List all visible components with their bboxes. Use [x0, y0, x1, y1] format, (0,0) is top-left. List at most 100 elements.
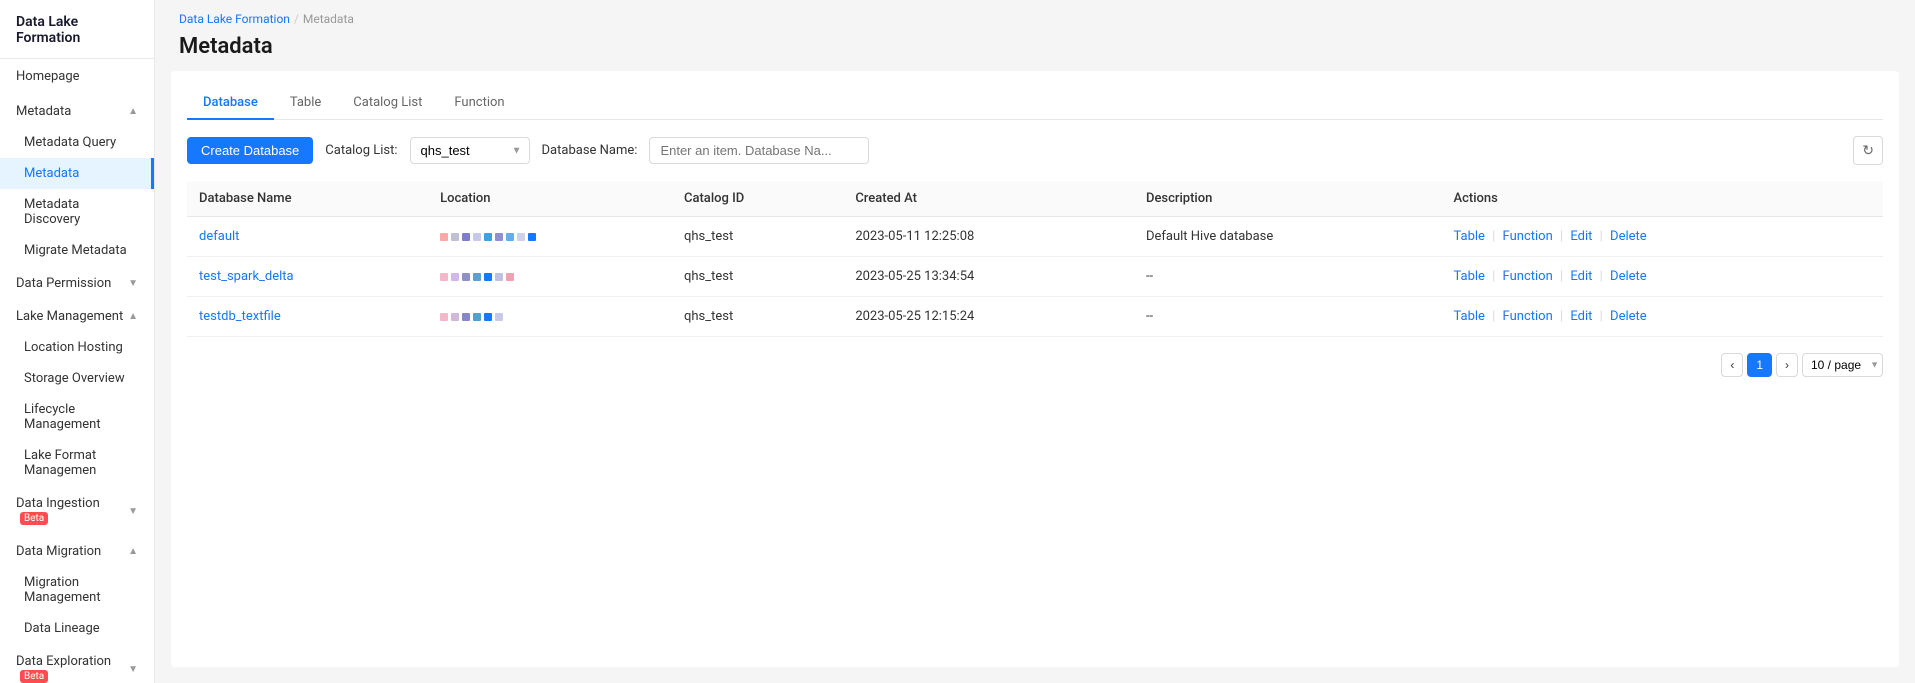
main-content: Data Lake Formation / Metadata Metadata …: [155, 0, 1915, 683]
next-page-button[interactable]: ›: [1776, 353, 1798, 377]
table-row: testdb_textfile qhs_test2023-05-25 12:15:…: [187, 297, 1883, 337]
db-name-link[interactable]: testdb_textfile: [199, 309, 281, 324]
catalog-id-cell: qhs_test: [672, 257, 843, 297]
catalog-list-select-wrapper: qhs_test ▼: [410, 137, 530, 164]
col-db-name: Database Name: [187, 181, 428, 217]
location-icons: [440, 273, 660, 281]
prev-page-button[interactable]: ‹: [1721, 353, 1743, 377]
catalog-id-cell: qhs_test: [672, 217, 843, 257]
content-area: Database Table Catalog List Function Cre…: [171, 71, 1899, 667]
sidebar-item-lifecycle-management[interactable]: Lifecycle Management: [0, 394, 154, 440]
action-edit-link[interactable]: Edit: [1570, 269, 1592, 284]
chevron-up-icon: ▲: [128, 106, 138, 117]
sidebar-item-data-lineage[interactable]: Data Lineage: [0, 613, 154, 644]
col-catalog-id: Catalog ID: [672, 181, 843, 217]
database-table: Database Name Location Catalog ID Create…: [187, 181, 1883, 337]
description-cell: Default Hive database: [1134, 217, 1442, 257]
db-name-link[interactable]: test_spark_delta: [199, 269, 294, 284]
action-separator: |: [1557, 229, 1567, 244]
catalog-list-label: Catalog List:: [325, 143, 397, 158]
sidebar-section-metadata[interactable]: Metadata ▲: [0, 94, 154, 127]
action-function-link[interactable]: Function: [1503, 309, 1553, 324]
tab-catalog-list[interactable]: Catalog List: [337, 87, 438, 120]
action-separator: |: [1596, 309, 1606, 324]
col-created-at: Created At: [843, 181, 1134, 217]
page-1-button[interactable]: 1: [1747, 353, 1772, 377]
create-database-button[interactable]: Create Database: [187, 137, 313, 164]
breadcrumb: Data Lake Formation / Metadata: [155, 0, 1915, 30]
description-cell: --: [1134, 257, 1442, 297]
sidebar-item-metadata[interactable]: Metadata: [0, 158, 154, 189]
created-at-cell: 2023-05-25 12:15:24: [843, 297, 1134, 337]
action-edit-link[interactable]: Edit: [1570, 309, 1592, 324]
action-delete-link[interactable]: Delete: [1610, 269, 1647, 284]
actions-cell: Table | Function | Edit | Delete: [1441, 257, 1883, 297]
tab-function[interactable]: Function: [438, 87, 520, 120]
tab-table[interactable]: Table: [274, 87, 337, 120]
action-function-link[interactable]: Function: [1503, 269, 1553, 284]
sidebar-section-data-ingestion[interactable]: Data Ingestion Beta ▼: [0, 486, 154, 534]
breadcrumb-separator: /: [294, 12, 299, 26]
refresh-button[interactable]: ↻: [1853, 136, 1883, 165]
actions-cell: Table | Function | Edit | Delete: [1441, 217, 1883, 257]
action-separator: |: [1489, 229, 1499, 244]
location-icons: [440, 233, 660, 241]
sidebar-item-migrate-metadata[interactable]: Migrate Metadata: [0, 235, 154, 266]
tab-database[interactable]: Database: [187, 87, 274, 120]
action-delete-link[interactable]: Delete: [1610, 309, 1647, 324]
sidebar-item-metadata-discovery[interactable]: Metadata Discovery: [0, 189, 154, 235]
sidebar-item-lake-format[interactable]: Lake Format Managemen: [0, 440, 154, 486]
action-function-link[interactable]: Function: [1503, 229, 1553, 244]
sidebar-section-data-migration[interactable]: Data Migration ▲: [0, 534, 154, 567]
beta-badge-ingestion: Beta: [20, 512, 48, 525]
sidebar-item-migration-management[interactable]: Migration Management: [0, 567, 154, 613]
actions-cell: Table | Function | Edit | Delete: [1441, 297, 1883, 337]
table-row: default qhs_test2023-05-11 12:25:08Defaul…: [187, 217, 1883, 257]
sidebar-section-data-exploration[interactable]: Data Exploration Beta ▼: [0, 644, 154, 683]
sidebar-section-data-permission[interactable]: Data Permission ▼: [0, 266, 154, 299]
action-separator: |: [1489, 309, 1499, 324]
sidebar: Data Lake Formation Homepage Metadata ▲ …: [0, 0, 155, 683]
breadcrumb-parent[interactable]: Data Lake Formation: [179, 12, 290, 26]
toolbar: Create Database Catalog List: qhs_test ▼…: [187, 136, 1883, 165]
col-actions: Actions: [1441, 181, 1883, 217]
catalog-id-cell: qhs_test: [672, 297, 843, 337]
page-size-select[interactable]: 10 / page 20 / page 50 / page: [1802, 353, 1883, 377]
action-separator: |: [1489, 269, 1499, 284]
col-location: Location: [428, 181, 672, 217]
sidebar-item-homepage[interactable]: Homepage: [0, 59, 154, 94]
app-logo: Data Lake Formation: [0, 0, 154, 59]
chevron-down-icon: ▼: [128, 506, 138, 517]
action-table-link[interactable]: Table: [1453, 309, 1484, 324]
action-delete-link[interactable]: Delete: [1610, 229, 1647, 244]
action-edit-link[interactable]: Edit: [1570, 229, 1592, 244]
action-table-link[interactable]: Table: [1453, 229, 1484, 244]
breadcrumb-current: Metadata: [303, 12, 354, 26]
chevron-up-icon: ▲: [128, 546, 138, 557]
db-name-label: Database Name:: [542, 143, 638, 158]
sidebar-item-location-hosting[interactable]: Location Hosting: [0, 332, 154, 363]
catalog-list-select[interactable]: qhs_test: [410, 137, 530, 164]
page-size-wrapper: 10 / page 20 / page 50 / page ▼: [1802, 353, 1883, 377]
description-cell: --: [1134, 297, 1442, 337]
db-name-link[interactable]: default: [199, 229, 239, 244]
action-separator: |: [1596, 229, 1606, 244]
action-table-link[interactable]: Table: [1453, 269, 1484, 284]
pagination: ‹ 1 › 10 / page 20 / page 50 / page ▼: [187, 353, 1883, 377]
sidebar-section-lake-management[interactable]: Lake Management ▲: [0, 299, 154, 332]
created-at-cell: 2023-05-11 12:25:08: [843, 217, 1134, 257]
created-at-cell: 2023-05-25 13:34:54: [843, 257, 1134, 297]
tabs: Database Table Catalog List Function: [187, 87, 1883, 120]
action-separator: |: [1557, 309, 1567, 324]
sidebar-item-metadata-query[interactable]: Metadata Query: [0, 127, 154, 158]
chevron-up-icon: ▲: [128, 311, 138, 322]
table-row: test_spark_delta qhs_test2023-05-25 13:34…: [187, 257, 1883, 297]
page-title: Metadata: [155, 30, 1915, 71]
chevron-down-icon: ▼: [128, 664, 138, 675]
chevron-down-icon: ▼: [128, 278, 138, 289]
action-separator: |: [1557, 269, 1567, 284]
db-name-input[interactable]: [649, 137, 869, 164]
sidebar-item-storage-overview[interactable]: Storage Overview: [0, 363, 154, 394]
location-icons: [440, 313, 660, 321]
col-description: Description: [1134, 181, 1442, 217]
